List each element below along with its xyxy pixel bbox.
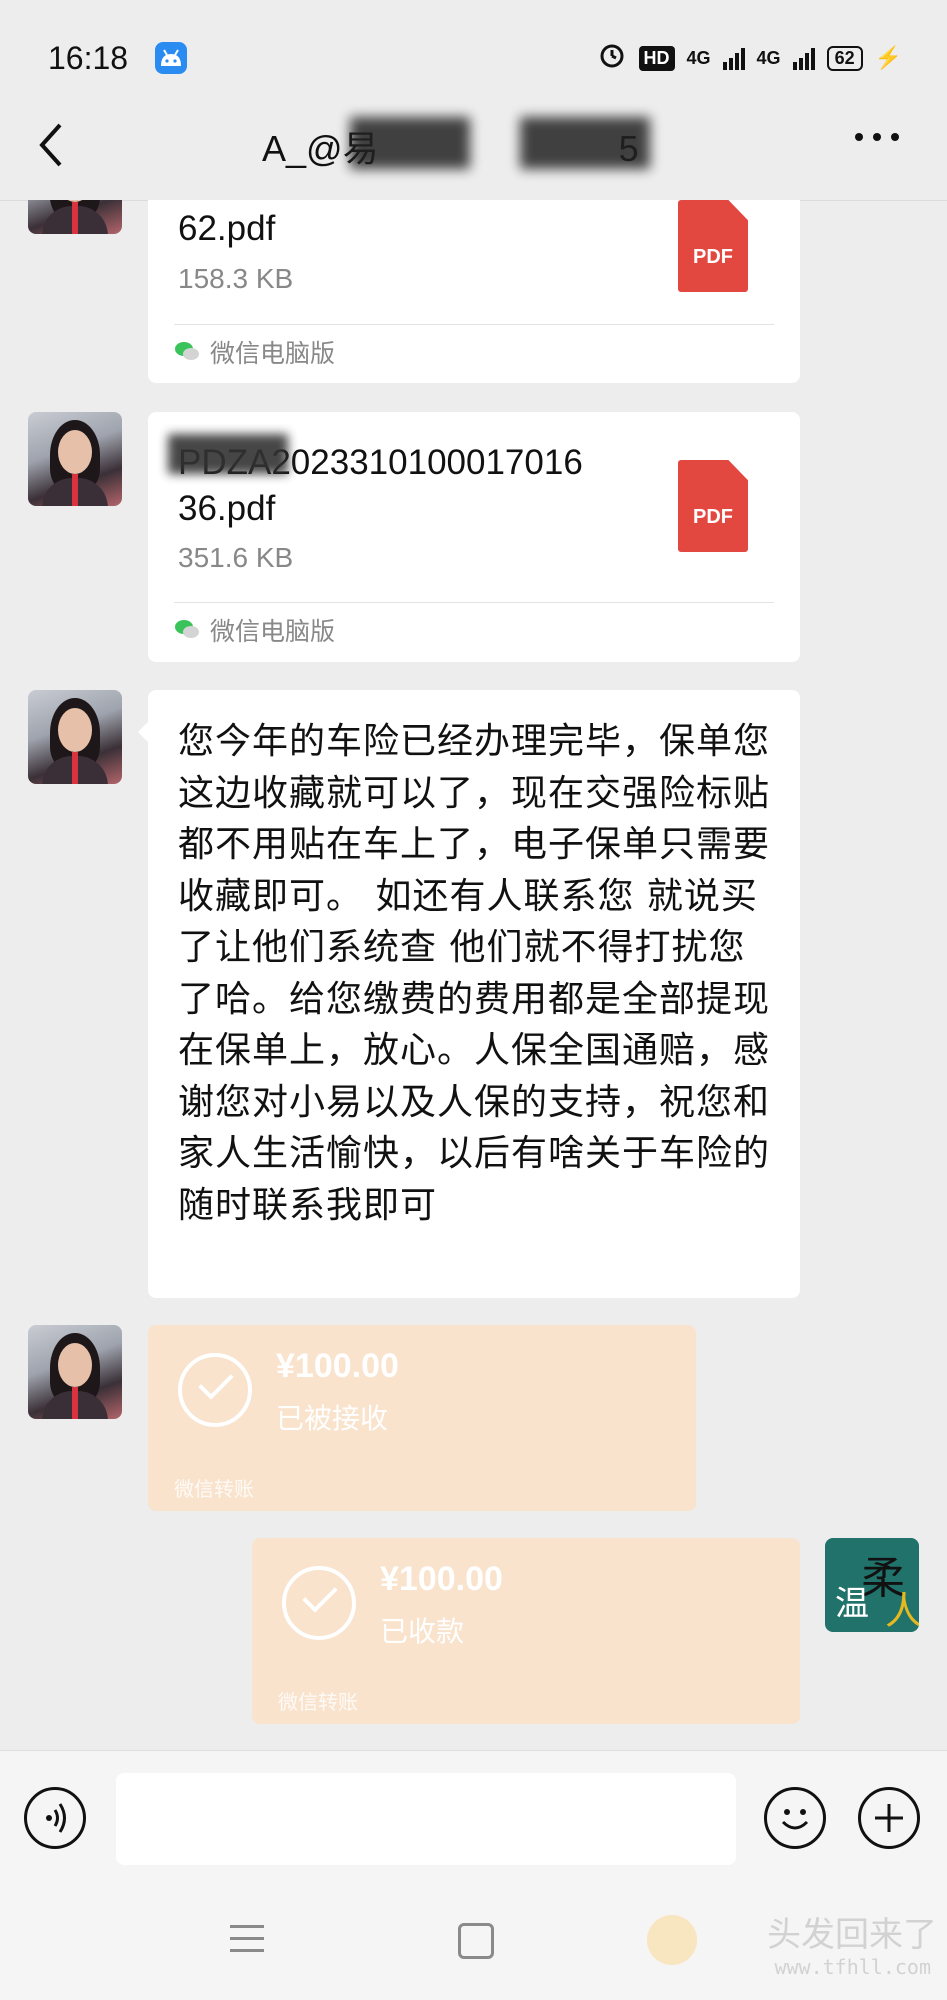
status-indicators: HD 4G 4G 62 ⚡ (597, 40, 902, 76)
contact-avatar[interactable] (28, 412, 122, 506)
transfer-label: 微信转账 (278, 1690, 358, 1714)
ellipsis-icon (855, 133, 899, 141)
voice-button[interactable] (24, 1787, 86, 1849)
watermark-logo (647, 1915, 697, 1965)
text-message[interactable]: 您今年的车险已经办理完毕，保单您这边收藏就可以了，现在交强险标贴都不用贴在车上了… (148, 690, 800, 1298)
chat-header: A_@易5 (0, 95, 947, 201)
wechat-pc-icon (174, 340, 200, 362)
file-name: 62.pdf (178, 209, 276, 248)
chat-message-list[interactable]: 62.pdf 158.3 KB PDF 微信电脑版 PDZA2023310100… (0, 200, 947, 1750)
watermark-url: www.tfhll.com (774, 1955, 931, 1979)
transfer-message-sent[interactable]: ¥100.00 已收款 微信转账 (252, 1538, 800, 1724)
more-button[interactable] (847, 117, 907, 167)
signal-icon (722, 46, 745, 70)
contact-avatar[interactable] (28, 200, 122, 234)
alarm-icon (597, 40, 627, 76)
redaction-blur (168, 434, 288, 474)
network-4g-label: 4G (686, 47, 711, 68)
file-message-1[interactable]: 62.pdf 158.3 KB PDF 微信电脑版 (148, 200, 800, 383)
file-size: 351.6 KB (178, 542, 294, 573)
android-notification-icon (155, 42, 187, 74)
transfer-amount: ¥100.00 (380, 1560, 503, 1598)
contact-avatar[interactable] (28, 690, 122, 784)
redaction-blur (350, 117, 470, 169)
charging-icon: ⚡ (874, 45, 902, 70)
battery-icon: 62 (826, 45, 863, 71)
network-4g-label-2: 4G (756, 47, 781, 68)
watermark-text: 头发回来了 (767, 1915, 937, 1955)
check-circle-icon (282, 1566, 356, 1640)
transfer-status: 已收款 (380, 1615, 465, 1648)
check-circle-icon (178, 1353, 252, 1427)
wechat-pc-icon (174, 618, 200, 640)
message-text: 您今年的车险已经办理完毕，保单您这边收藏就可以了，现在交强险标贴都不用贴在车上了… (178, 721, 771, 1226)
emoji-button[interactable] (764, 1787, 826, 1849)
contact-avatar[interactable] (28, 1325, 122, 1419)
back-button[interactable] (30, 115, 80, 175)
status-time: 16:18 (48, 40, 129, 76)
file-message-2[interactable]: PDZA2023310100017016 36.pdf 351.6 KB PDF… (148, 412, 800, 662)
transfer-message-received[interactable]: ¥100.00 已被接收 微信转账 (148, 1325, 696, 1511)
my-avatar[interactable]: 柔 温 人 (825, 1538, 919, 1632)
chat-input-bar (0, 1750, 947, 1886)
chevron-left-icon (39, 123, 62, 167)
message-input[interactable] (116, 1773, 736, 1865)
transfer-label: 微信转账 (174, 1477, 254, 1501)
file-source: 微信电脑版 (210, 617, 336, 646)
pdf-icon-label: PDF (693, 246, 733, 268)
more-functions-button[interactable] (858, 1787, 920, 1849)
divider (174, 324, 774, 325)
divider (174, 602, 774, 603)
signal-icon-2 (792, 46, 815, 70)
recent-apps-button[interactable] (230, 1925, 264, 1953)
transfer-amount: ¥100.00 (276, 1347, 399, 1385)
file-size: 158.3 KB (178, 263, 294, 294)
file-source: 微信电脑版 (210, 339, 336, 368)
avatar-char-1: 温 (835, 1584, 869, 1624)
plus-icon (875, 1804, 903, 1832)
pdf-icon-label: PDF (693, 506, 733, 528)
system-navigation-bar: 头发回来了 www.tfhll.com (0, 1885, 947, 2000)
home-button[interactable] (458, 1923, 494, 1959)
file-name-line-2: 36.pdf (178, 489, 276, 528)
emoji-icon (781, 1809, 809, 1830)
transfer-status: 已被接收 (276, 1402, 389, 1435)
voice-icon (46, 1803, 66, 1833)
redaction-blur (520, 117, 650, 169)
hd-badge: HD (638, 45, 675, 71)
avatar-char-3: 人 (885, 1589, 919, 1632)
